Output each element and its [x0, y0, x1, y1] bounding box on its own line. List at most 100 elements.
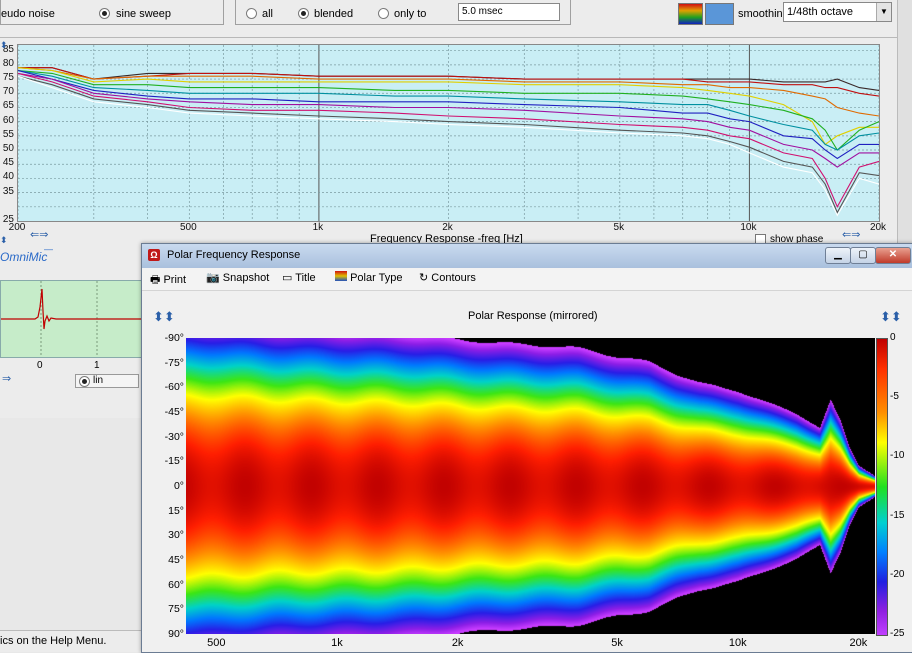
impulse-tick-0: 0	[37, 360, 43, 371]
snapshot-menu[interactable]: 📷 Snapshot	[206, 271, 269, 287]
blended-radio[interactable]	[298, 8, 309, 19]
minimize-button[interactable]: ▁	[825, 247, 851, 264]
only-to-radio[interactable]	[378, 8, 389, 19]
polar-menubar: 🖶 Print 📷 Snapshot ▭ Title Polar Type ↻ …	[142, 268, 912, 291]
polar-y-tick: -30°	[164, 430, 184, 443]
app-icon: Ω	[148, 249, 160, 261]
polar-y-arrows-icon[interactable]: ⬍⬍	[153, 309, 175, 325]
contours-icon: ↻	[419, 272, 429, 284]
colorbar-tick: -15	[890, 509, 905, 521]
print-menu[interactable]: 🖶 Print	[150, 271, 186, 287]
frequency-response-plot[interactable]	[17, 44, 880, 222]
polar-y-tick: -75°	[164, 356, 184, 369]
pseudo-noise-label: eudo noise	[1, 8, 55, 20]
impulse-plot[interactable]	[0, 280, 142, 358]
colorbar-tick: -5	[890, 391, 899, 403]
polar-heatmap-canvas	[186, 338, 875, 634]
polar-titlebar[interactable]: Ω Polar Frequency Response ▁ ▢ ✕	[142, 244, 912, 268]
polar-y-tick: 75°	[168, 603, 184, 616]
fr-y-tick: 80	[2, 57, 14, 69]
fr-x-tick: 10k	[740, 222, 757, 233]
fr-x-tick: 5k	[613, 222, 625, 233]
polar-y-tick: -45°	[164, 406, 184, 418]
divider	[0, 37, 897, 38]
fr-y-tick: 65	[2, 100, 14, 112]
colorbar-tick: -25	[890, 628, 905, 639]
fr-y-tick: 60	[2, 114, 14, 126]
only-to-label: only to	[394, 8, 427, 20]
time-window-input[interactable]: 5.0 msec	[458, 3, 560, 21]
lin-radio[interactable]	[79, 376, 90, 387]
polar-right-arrows-icon[interactable]: ⬍⬍	[880, 309, 902, 325]
fr-y-tick: 75	[2, 72, 14, 84]
snapshot-label: Snapshot	[222, 272, 270, 284]
spectrum-icon[interactable]	[705, 3, 734, 25]
polar-type-menu[interactable]: Polar Type	[335, 271, 402, 287]
polar-heatmap[interactable]	[186, 338, 875, 634]
colorbar	[876, 338, 888, 636]
smoothing-value: 1/48th octave	[787, 6, 854, 18]
polar-y-tick: -60°	[164, 381, 184, 394]
fr-y-tick: 40	[2, 171, 14, 183]
colorbar-tick: -20	[890, 568, 905, 580]
fr-y-tick: 45	[2, 157, 14, 169]
status-bar: ics on the Help Menu.	[0, 630, 145, 652]
colorbar-tick: 0	[890, 332, 896, 343]
fr-x-tick: 200	[8, 222, 26, 233]
impulse-tick-1: 1	[94, 360, 100, 371]
fr-x-tick: 500	[179, 222, 197, 233]
polar-x-tick: 2k	[451, 637, 464, 649]
fr-y-tick: 55	[2, 128, 14, 140]
polar-x-tick: 20k	[849, 637, 868, 649]
impulse-svg	[1, 281, 141, 357]
chevron-down-icon[interactable]: ▼	[876, 3, 891, 21]
smoothing-label: smoothing	[738, 8, 789, 20]
polar-type-label: Polar Type	[350, 272, 403, 284]
x-scroll-arrows-icon[interactable]: ⇐⇒	[30, 228, 48, 241]
maximize-button[interactable]: ▢	[850, 247, 876, 264]
window-group: all blended only to 5.0 msec	[235, 0, 571, 25]
contours-menu[interactable]: ↻ Contours	[419, 271, 476, 287]
omnimic-dash-icon: —	[44, 244, 53, 254]
title-label: Title	[295, 272, 316, 284]
polar-y-tick: 90°	[168, 628, 184, 640]
fr-x-tick: 20k	[869, 222, 887, 233]
impulse-scroll-icon[interactable]: ⇒	[2, 372, 11, 385]
colorbar-tick: -10	[890, 450, 905, 462]
polar-y-tick: 60°	[168, 578, 184, 591]
print-label: Print	[163, 274, 187, 286]
polar-x-tick: 10k	[728, 637, 747, 649]
lin-option[interactable]: lin	[75, 374, 139, 388]
y-arrows-icon[interactable]: ⬍	[0, 40, 8, 51]
fr-y-tick: 50	[2, 143, 14, 155]
title-icon: ▭	[282, 272, 293, 284]
status-help-text: ics on the Help Menu.	[0, 635, 107, 647]
all-radio[interactable]	[246, 8, 257, 19]
contours-label: Contours	[431, 272, 476, 284]
polar-y-tick: 45°	[168, 554, 184, 566]
lin-label: lin	[93, 375, 104, 386]
close-button[interactable]: ✕	[875, 247, 911, 264]
polar-y-tick: -15°	[164, 455, 184, 468]
fr-x-tick: 2k	[442, 222, 453, 233]
fr-x-tick: 1k	[312, 222, 324, 233]
polar-y-tick: 0°	[173, 480, 184, 492]
fr-y-tick: 35	[2, 185, 14, 197]
colormap-icon[interactable]	[678, 3, 703, 25]
sine-sweep-radio[interactable]	[99, 8, 110, 19]
x-scroll-arrows-right-icon[interactable]: ⇐⇒	[842, 228, 860, 241]
omnimic-logo: OmniMic	[0, 250, 48, 264]
all-label: all	[262, 8, 274, 20]
blended-label: blended	[314, 8, 354, 20]
sine-sweep-label: sine sweep	[116, 8, 172, 20]
polar-y-tick: 15°	[168, 504, 184, 517]
camera-icon: 📷	[206, 272, 220, 284]
title-menu[interactable]: ▭ Title	[282, 271, 316, 287]
time-window-value: 5.0 msec	[462, 6, 503, 17]
polar-y-tick: 30°	[168, 529, 184, 542]
frequency-response-svg	[18, 45, 879, 221]
corner-arrow-icon[interactable]: ⬍	[0, 235, 8, 246]
smoothing-select[interactable]: 1/48th octave ▼	[783, 2, 892, 22]
print-icon: 🖶	[150, 274, 161, 286]
signal-type-group: eudo noise sine sweep	[0, 0, 224, 25]
